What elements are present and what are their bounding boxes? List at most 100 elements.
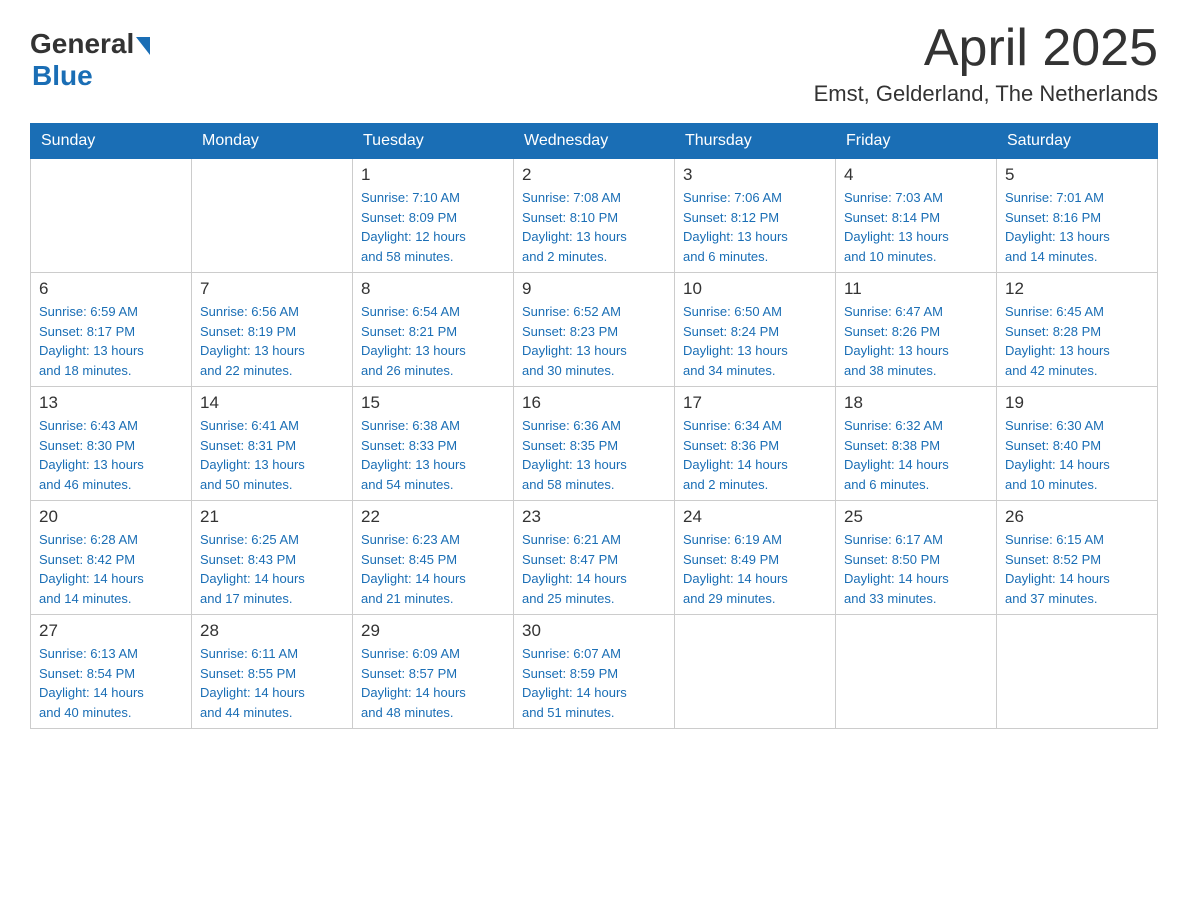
calendar-cell: 12 Sunrise: 6:45 AM Sunset: 8:28 PM Dayli… <box>997 273 1158 387</box>
calendar-cell: 27Sunrise: 6:13 AM Sunset: 8:54 PM Dayli… <box>31 615 192 729</box>
calendar-cell: 26 Sunrise: 6:15 AM Sunset: 8:52 PM Dayli… <box>997 501 1158 615</box>
calendar-cell: 7 Sunrise: 6:56 AM Sunset: 8:19 PM Daylig… <box>192 273 353 387</box>
logo-blue-text: Blue <box>32 60 93 92</box>
day-number: 23 <box>522 507 666 527</box>
calendar-cell: 28 Sunrise: 6:11 AM Sunset: 8:55 PM Dayli… <box>192 615 353 729</box>
calendar-cell <box>192 159 353 273</box>
day-info: Sunrise: 6:30 AM Sunset: 8:40 PM Dayligh… <box>1005 416 1149 494</box>
day-number: 11 <box>844 279 988 299</box>
day-number: 24 <box>683 507 827 527</box>
calendar-cell: 6 Sunrise: 6:59 AM Sunset: 8:17 PM Daylig… <box>31 273 192 387</box>
calendar-week-1: 6 Sunrise: 6:59 AM Sunset: 8:17 PM Daylig… <box>31 273 1158 387</box>
day-number: 21 <box>200 507 344 527</box>
logo-general-text: General <box>30 28 134 60</box>
calendar-cell: 30 Sunrise: 6:07 AM Sunset: 8:59 PM Dayli… <box>514 615 675 729</box>
day-number: 25 <box>844 507 988 527</box>
calendar-title: April 2025 <box>814 20 1158 77</box>
day-info: Sunrise: 6:23 AM Sunset: 8:45 PM Dayligh… <box>361 530 505 608</box>
day-info: Sunrise: 7:10 AM Sunset: 8:09 PM Dayligh… <box>361 188 505 266</box>
calendar-cell: 14Sunrise: 6:41 AM Sunset: 8:31 PM Dayli… <box>192 387 353 501</box>
day-info: Sunrise: 6:17 AM Sunset: 8:50 PM Dayligh… <box>844 530 988 608</box>
day-number: 18 <box>844 393 988 413</box>
day-number: 9 <box>522 279 666 299</box>
day-number: 15 <box>361 393 505 413</box>
header-cell-sunday: Sunday <box>31 124 192 159</box>
header-cell-monday: Monday <box>192 124 353 159</box>
day-number: 3 <box>683 165 827 185</box>
logo: General Blue <box>30 28 150 92</box>
calendar-cell: 17Sunrise: 6:34 AM Sunset: 8:36 PM Dayli… <box>675 387 836 501</box>
calendar-cell: 15 Sunrise: 6:38 AM Sunset: 8:33 PM Dayli… <box>353 387 514 501</box>
day-info: Sunrise: 6:19 AM Sunset: 8:49 PM Dayligh… <box>683 530 827 608</box>
day-info: Sunrise: 6:38 AM Sunset: 8:33 PM Dayligh… <box>361 416 505 494</box>
calendar-cell: 25 Sunrise: 6:17 AM Sunset: 8:50 PM Dayli… <box>836 501 997 615</box>
calendar-cell: 11 Sunrise: 6:47 AM Sunset: 8:26 PM Dayli… <box>836 273 997 387</box>
header-cell-saturday: Saturday <box>997 124 1158 159</box>
calendar-table: SundayMondayTuesdayWednesdayThursdayFrid… <box>30 123 1158 729</box>
calendar-header: SundayMondayTuesdayWednesdayThursdayFrid… <box>31 124 1158 159</box>
calendar-cell: 8 Sunrise: 6:54 AM Sunset: 8:21 PM Daylig… <box>353 273 514 387</box>
day-number: 22 <box>361 507 505 527</box>
calendar-cell: 3Sunrise: 7:06 AM Sunset: 8:12 PM Daylig… <box>675 159 836 273</box>
header: General Blue April 2025 Emst, Gelderland… <box>30 20 1158 107</box>
day-info: Sunrise: 6:11 AM Sunset: 8:55 PM Dayligh… <box>200 644 344 722</box>
day-number: 5 <box>1005 165 1149 185</box>
day-info: Sunrise: 6:43 AM Sunset: 8:30 PM Dayligh… <box>39 416 183 494</box>
calendar-cell: 2Sunrise: 7:08 AM Sunset: 8:10 PM Daylig… <box>514 159 675 273</box>
calendar-cell: 10Sunrise: 6:50 AM Sunset: 8:24 PM Dayli… <box>675 273 836 387</box>
day-number: 26 <box>1005 507 1149 527</box>
header-cell-tuesday: Tuesday <box>353 124 514 159</box>
calendar-subtitle: Emst, Gelderland, The Netherlands <box>814 81 1158 107</box>
day-info: Sunrise: 6:41 AM Sunset: 8:31 PM Dayligh… <box>200 416 344 494</box>
day-info: Sunrise: 6:47 AM Sunset: 8:26 PM Dayligh… <box>844 302 988 380</box>
day-info: Sunrise: 6:13 AM Sunset: 8:54 PM Dayligh… <box>39 644 183 722</box>
day-number: 7 <box>200 279 344 299</box>
day-info: Sunrise: 6:52 AM Sunset: 8:23 PM Dayligh… <box>522 302 666 380</box>
day-info: Sunrise: 7:01 AM Sunset: 8:16 PM Dayligh… <box>1005 188 1149 266</box>
day-number: 20 <box>39 507 183 527</box>
calendar-cell: 16Sunrise: 6:36 AM Sunset: 8:35 PM Dayli… <box>514 387 675 501</box>
day-number: 30 <box>522 621 666 641</box>
calendar-week-3: 20 Sunrise: 6:28 AM Sunset: 8:42 PM Dayli… <box>31 501 1158 615</box>
day-info: Sunrise: 6:15 AM Sunset: 8:52 PM Dayligh… <box>1005 530 1149 608</box>
logo-triangle <box>136 37 150 55</box>
logo-icon <box>134 37 150 51</box>
calendar-cell <box>997 615 1158 729</box>
day-number: 10 <box>683 279 827 299</box>
calendar-week-2: 13 Sunrise: 6:43 AM Sunset: 8:30 PM Dayli… <box>31 387 1158 501</box>
calendar-cell <box>836 615 997 729</box>
day-info: Sunrise: 6:25 AM Sunset: 8:43 PM Dayligh… <box>200 530 344 608</box>
calendar-week-4: 27Sunrise: 6:13 AM Sunset: 8:54 PM Dayli… <box>31 615 1158 729</box>
day-number: 8 <box>361 279 505 299</box>
calendar-cell <box>31 159 192 273</box>
day-number: 29 <box>361 621 505 641</box>
calendar-week-0: 1 Sunrise: 7:10 AM Sunset: 8:09 PM Daylig… <box>31 159 1158 273</box>
day-info: Sunrise: 7:03 AM Sunset: 8:14 PM Dayligh… <box>844 188 988 266</box>
day-number: 6 <box>39 279 183 299</box>
header-cell-wednesday: Wednesday <box>514 124 675 159</box>
calendar-cell <box>675 615 836 729</box>
day-info: Sunrise: 6:07 AM Sunset: 8:59 PM Dayligh… <box>522 644 666 722</box>
day-number: 13 <box>39 393 183 413</box>
calendar-cell: 21 Sunrise: 6:25 AM Sunset: 8:43 PM Dayli… <box>192 501 353 615</box>
day-number: 4 <box>844 165 988 185</box>
calendar-cell: 24 Sunrise: 6:19 AM Sunset: 8:49 PM Dayli… <box>675 501 836 615</box>
day-info: Sunrise: 6:59 AM Sunset: 8:17 PM Dayligh… <box>39 302 183 380</box>
day-number: 17 <box>683 393 827 413</box>
day-info: Sunrise: 6:45 AM Sunset: 8:28 PM Dayligh… <box>1005 302 1149 380</box>
day-number: 12 <box>1005 279 1149 299</box>
calendar-cell: 19Sunrise: 6:30 AM Sunset: 8:40 PM Dayli… <box>997 387 1158 501</box>
calendar-cell: 9 Sunrise: 6:52 AM Sunset: 8:23 PM Daylig… <box>514 273 675 387</box>
day-info: Sunrise: 6:32 AM Sunset: 8:38 PM Dayligh… <box>844 416 988 494</box>
day-info: Sunrise: 6:28 AM Sunset: 8:42 PM Dayligh… <box>39 530 183 608</box>
calendar-cell: 29Sunrise: 6:09 AM Sunset: 8:57 PM Dayli… <box>353 615 514 729</box>
calendar-body: 1 Sunrise: 7:10 AM Sunset: 8:09 PM Daylig… <box>31 159 1158 729</box>
day-info: Sunrise: 6:56 AM Sunset: 8:19 PM Dayligh… <box>200 302 344 380</box>
day-number: 28 <box>200 621 344 641</box>
header-cell-friday: Friday <box>836 124 997 159</box>
day-info: Sunrise: 6:54 AM Sunset: 8:21 PM Dayligh… <box>361 302 505 380</box>
calendar-cell: 1 Sunrise: 7:10 AM Sunset: 8:09 PM Daylig… <box>353 159 514 273</box>
day-number: 2 <box>522 165 666 185</box>
day-info: Sunrise: 6:21 AM Sunset: 8:47 PM Dayligh… <box>522 530 666 608</box>
day-number: 1 <box>361 165 505 185</box>
